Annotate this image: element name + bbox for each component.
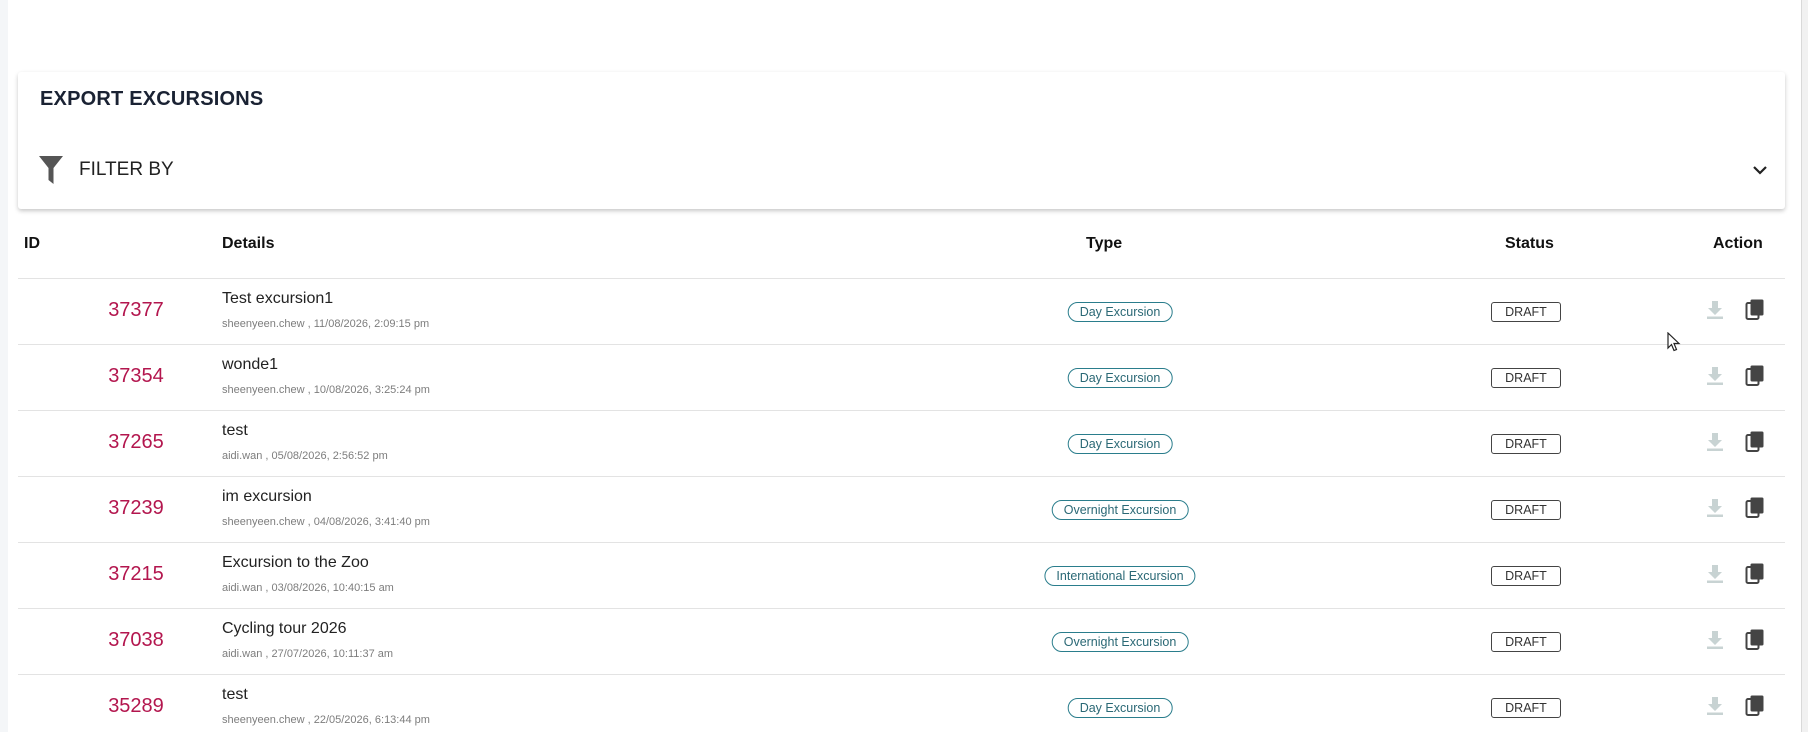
mouse-cursor-icon <box>1667 332 1681 352</box>
excursion-id[interactable]: 37038 <box>66 629 206 652</box>
download-icon[interactable] <box>1705 498 1725 518</box>
excursion-meta: aidi.wan , 27/07/2026, 10:11:37 am <box>222 648 394 660</box>
excursion-meta: sheenyeen.chew , 11/08/2026, 2:09:15 pm <box>222 318 430 330</box>
excursion-id[interactable]: 37239 <box>66 497 206 520</box>
copy-icon[interactable] <box>1745 563 1765 585</box>
status-badge: DRAFT <box>1491 434 1561 454</box>
excursion-title: test <box>222 686 248 703</box>
filter-icon <box>39 156 63 184</box>
header-details: Details <box>222 235 275 252</box>
type-badge: International Excursion <box>1044 566 1196 586</box>
header-type: Type <box>1086 235 1123 252</box>
status-badge: DRAFT <box>1491 500 1561 520</box>
table-row[interactable]: 37354 wonde1 sheenyeen.chew , 10/08/2026… <box>18 344 1785 410</box>
scrollbar[interactable] <box>1801 0 1808 732</box>
excursion-meta: sheenyeen.chew , 22/05/2026, 6:13:44 pm <box>222 714 430 726</box>
filter-toggle[interactable]: FILTER BY <box>18 152 1785 194</box>
excursion-title: Cycling tour 2026 <box>222 620 347 637</box>
top-bar <box>0 0 1808 70</box>
table-row[interactable]: 37239 im excursion sheenyeen.chew , 04/0… <box>18 476 1785 542</box>
table-row[interactable]: 37265 test aidi.wan , 05/08/2026, 2:56:5… <box>18 410 1785 476</box>
type-badge: Day Excursion <box>1067 698 1173 718</box>
excursion-id[interactable]: 37354 <box>66 365 206 388</box>
download-icon[interactable] <box>1705 696 1725 716</box>
download-icon[interactable] <box>1705 564 1725 584</box>
excursion-id[interactable]: 37215 <box>66 563 206 586</box>
copy-icon[interactable] <box>1745 695 1765 717</box>
header-action: Action <box>1713 235 1763 252</box>
copy-icon[interactable] <box>1745 365 1765 387</box>
excursion-table: 37377 Test excursion1 sheenyeen.chew , 1… <box>18 278 1785 740</box>
copy-icon[interactable] <box>1745 299 1765 321</box>
type-badge: Day Excursion <box>1067 434 1173 454</box>
table-header: ID Details Type Status Action <box>18 224 1785 276</box>
excursion-title: test <box>222 422 248 439</box>
excursion-id[interactable]: 35289 <box>66 695 206 718</box>
copy-icon[interactable] <box>1745 497 1765 519</box>
download-icon[interactable] <box>1705 432 1725 452</box>
excursion-meta: sheenyeen.chew , 04/08/2026, 3:41:40 pm <box>222 516 430 528</box>
download-icon[interactable] <box>1705 300 1725 320</box>
excursion-meta: aidi.wan , 03/08/2026, 10:40:15 am <box>222 582 394 594</box>
excursion-title: wonde1 <box>222 356 279 373</box>
left-edge <box>0 0 8 732</box>
type-badge: Day Excursion <box>1067 368 1173 388</box>
header-status: Status <box>1505 235 1554 252</box>
page-title: EXPORT EXCURSIONS <box>40 88 264 110</box>
excursion-id[interactable]: 37377 <box>66 299 206 322</box>
status-badge: DRAFT <box>1491 368 1561 388</box>
filter-label: FILTER BY <box>79 159 174 180</box>
status-badge: DRAFT <box>1491 632 1561 652</box>
export-panel: EXPORT EXCURSIONS FILTER BY <box>18 72 1785 209</box>
download-icon[interactable] <box>1705 366 1725 386</box>
copy-icon[interactable] <box>1745 431 1765 453</box>
type-badge: Day Excursion <box>1067 302 1173 322</box>
table-row[interactable]: 35289 test sheenyeen.chew , 22/05/2026, … <box>18 674 1785 740</box>
excursion-title: Excursion to the Zoo <box>222 554 369 571</box>
header-id: ID <box>24 235 40 252</box>
table-row[interactable]: 37038 Cycling tour 2026 aidi.wan , 27/07… <box>18 608 1785 674</box>
type-badge: Overnight Excursion <box>1051 500 1189 520</box>
type-badge: Overnight Excursion <box>1051 632 1189 652</box>
status-badge: DRAFT <box>1491 302 1561 322</box>
table-row[interactable]: 37215 Excursion to the Zoo aidi.wan , 03… <box>18 542 1785 608</box>
excursion-id[interactable]: 37265 <box>66 431 206 454</box>
table-row[interactable]: 37377 Test excursion1 sheenyeen.chew , 1… <box>18 278 1785 344</box>
excursion-title: Test excursion1 <box>222 290 334 307</box>
chevron-down-icon[interactable] <box>1751 161 1769 179</box>
excursion-title: im excursion <box>222 488 312 505</box>
status-badge: DRAFT <box>1491 566 1561 586</box>
excursion-meta: aidi.wan , 05/08/2026, 2:56:52 pm <box>222 450 388 462</box>
copy-icon[interactable] <box>1745 629 1765 651</box>
status-badge: DRAFT <box>1491 698 1561 718</box>
excursion-meta: sheenyeen.chew , 10/08/2026, 3:25:24 pm <box>222 384 430 396</box>
download-icon[interactable] <box>1705 630 1725 650</box>
